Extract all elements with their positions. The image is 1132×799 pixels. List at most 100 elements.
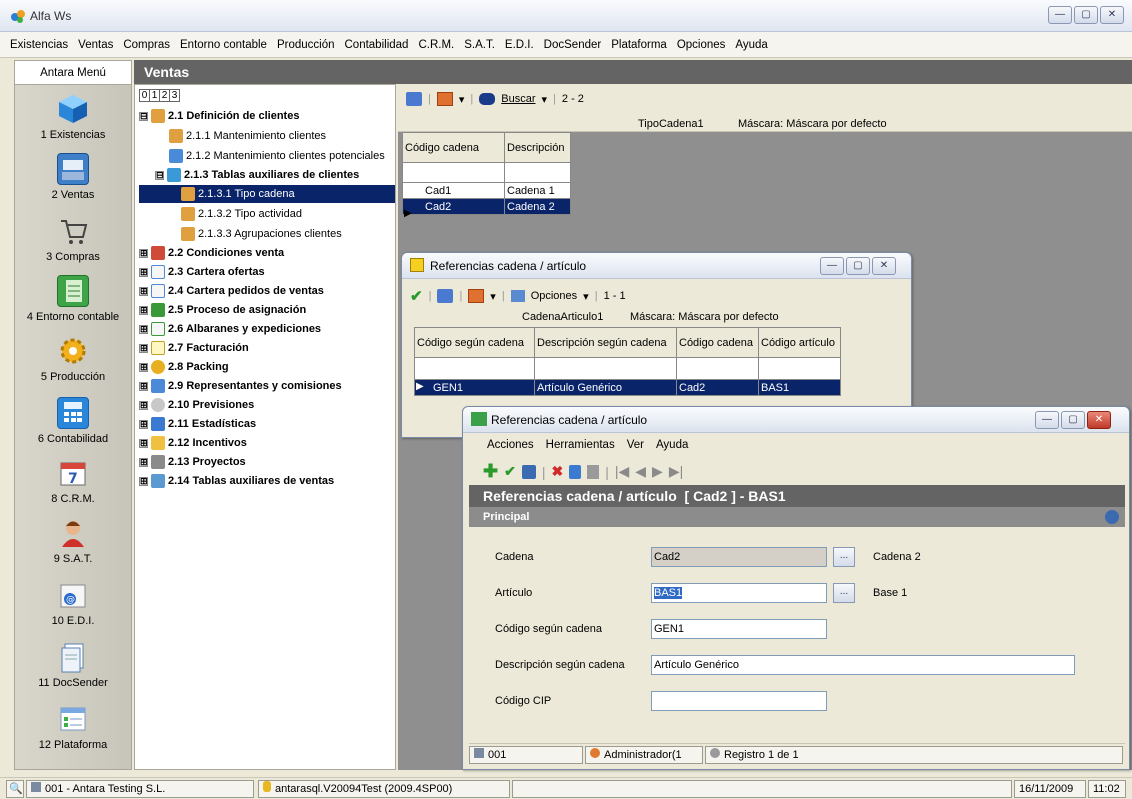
menu-herramientas[interactable]: Herramientas (546, 439, 615, 451)
print-icon[interactable] (437, 289, 454, 303)
table-cell[interactable]: BAS1 (758, 379, 841, 396)
menu-entorno-contable[interactable]: Entorno contable (180, 39, 267, 51)
articulo-field[interactable]: BAS1 (651, 583, 827, 603)
sidebar-item-entorno-contable[interactable]: 4 Entorno contable (15, 275, 131, 323)
filter-cell[interactable] (534, 357, 677, 380)
tree-node[interactable]: 2.1.3.3 Agrupaciones clientes (181, 225, 342, 243)
expand-icon[interactable]: ⊞ (139, 324, 148, 334)
tree-node[interactable]: ⊞ 2.8 Packing (139, 358, 229, 376)
menu-ver[interactable]: Ver (627, 439, 644, 451)
maximize-button[interactable]: ▢ (846, 257, 870, 275)
menu-existencias[interactable]: Existencias (10, 39, 68, 51)
column-header[interactable]: Código según cadena (414, 327, 535, 358)
column-header[interactable]: Código cadena (402, 132, 505, 163)
tree-node[interactable]: ⊟ 2.1 Definición de clientes (139, 107, 299, 125)
codigo-cip-field[interactable] (651, 691, 827, 711)
expand-icon[interactable]: ⊞ (139, 267, 148, 277)
tree-node[interactable]: ⊞ 2.11 Estadísticas (139, 415, 256, 433)
column-header[interactable]: Descripción según cadena (534, 327, 677, 358)
menu-plataforma[interactable]: Plataforma (611, 39, 667, 51)
next-record-icon[interactable]: ▶ (652, 463, 663, 480)
table-cell[interactable]: Cadena 2 (504, 198, 571, 215)
accept-icon[interactable]: ✔ (504, 463, 516, 480)
tree-node[interactable]: ⊟ 2.1.3 Tablas auxiliares de clientes (155, 166, 359, 184)
expand-icon[interactable]: ⊞ (139, 362, 148, 372)
menu-edi[interactable]: E.D.I. (505, 39, 534, 51)
tree-tab-3[interactable]: 3 (169, 89, 180, 102)
cadena-lookup-button[interactable]: ... (833, 547, 855, 567)
maximize-button[interactable]: ▢ (1074, 6, 1098, 24)
grid-columns-icon[interactable] (436, 92, 453, 106)
dropdown-arrow-icon[interactable]: ▾ (542, 93, 548, 106)
search-icon[interactable]: 🔍 (6, 780, 24, 798)
tree-node[interactable]: 2.1.3.2 Tipo actividad (181, 205, 302, 223)
expand-icon[interactable]: ⊞ (139, 400, 148, 410)
codigo-segun-cadena-field[interactable]: GEN1 (651, 619, 827, 639)
expand-icon[interactable]: ⊞ (139, 457, 148, 467)
prev-record-icon[interactable]: ◀ (635, 463, 646, 480)
tree-node[interactable]: ⊞ 2.10 Previsiones (139, 396, 254, 414)
tree-node[interactable]: 2.1.2 Mantenimiento clientes potenciales (169, 147, 385, 165)
sidebar-item-sat[interactable]: 9 S.A.T. (15, 517, 131, 565)
tree-node[interactable]: ⊞ 2.4 Cartera pedidos de ventas (139, 282, 324, 300)
expand-icon[interactable]: ⊞ (139, 343, 148, 353)
filter-cell[interactable] (504, 162, 571, 183)
filter-cell[interactable] (402, 162, 505, 183)
tree-node[interactable]: ⊞ 2.14 Tablas auxiliares de ventas (139, 472, 334, 490)
menu-ayuda[interactable]: Ayuda (656, 439, 688, 451)
menu-opciones[interactable]: Opciones (677, 39, 726, 51)
filter-cell[interactable] (676, 357, 759, 380)
dropdown-arrow-icon[interactable]: ▾ (583, 290, 589, 303)
menu-docsender[interactable]: DocSender (544, 39, 602, 51)
grid-columns-icon[interactable] (468, 289, 485, 303)
table-cell[interactable]: Cadena 1 (504, 182, 571, 199)
sidebar-item-existencias[interactable]: 1 Existencias (15, 93, 131, 141)
expand-icon[interactable]: ⊞ (139, 419, 148, 429)
dropdown-arrow-icon[interactable]: ▾ (490, 290, 496, 303)
filter-cell[interactable] (758, 357, 841, 380)
add-icon[interactable]: ✚ (483, 461, 498, 482)
save-icon[interactable] (521, 464, 536, 479)
tree-node[interactable]: 2.1.1 Mantenimiento clientes (169, 127, 326, 145)
menu-ventas[interactable]: Ventas (78, 39, 113, 51)
collapse-section-icon[interactable] (1105, 510, 1119, 524)
table-cell[interactable]: Artículo Genérico (534, 379, 677, 396)
filter-cell[interactable] (414, 357, 535, 380)
sidebar-item-crm[interactable]: 7 8 C.R.M. (15, 457, 131, 505)
menu-compras[interactable]: Compras (123, 39, 170, 51)
expand-icon[interactable]: ⊞ (139, 305, 148, 315)
maximize-button[interactable]: ▢ (1061, 411, 1085, 429)
tree-node[interactable]: ⊞ 2.5 Proceso de asignación (139, 301, 306, 319)
menu-contabilidad[interactable]: Contabilidad (345, 39, 409, 51)
tree-node[interactable]: ⊞ 2.13 Proyectos (139, 453, 246, 471)
column-header[interactable]: Código cadena (676, 327, 759, 358)
menu-produccion[interactable]: Producción (277, 39, 335, 51)
sidebar-item-edi[interactable]: @ 10 E.D.I. (15, 579, 131, 627)
column-header[interactable]: Código artículo (758, 327, 841, 358)
table-row[interactable]: Cad1 Cadena 1 (402, 182, 571, 199)
articulo-lookup-button[interactable]: ... (833, 583, 855, 603)
menu-ayuda[interactable]: Ayuda (735, 39, 767, 51)
expand-icon[interactable]: ⊞ (139, 286, 148, 296)
tree-node[interactable]: ⊞ 2.3 Cartera ofertas (139, 263, 265, 281)
tree-node[interactable]: ⊞ 2.2 Condiciones venta (139, 244, 284, 262)
table-row[interactable]: Cad2 Cadena 2 (402, 198, 571, 215)
collapse-icon[interactable]: ⊟ (155, 170, 164, 180)
close-button[interactable]: ✕ (872, 257, 896, 275)
expand-icon[interactable]: ⊞ (139, 248, 148, 258)
dropdown-arrow-icon[interactable]: ▾ (459, 93, 465, 106)
options-button[interactable]: Opciones (531, 290, 577, 302)
last-record-icon[interactable]: ▶| (669, 463, 683, 480)
tree-node[interactable]: ⊞ 2.7 Facturación (139, 339, 249, 357)
copy-icon[interactable] (587, 464, 600, 479)
print-icon[interactable] (406, 92, 422, 106)
tree-node[interactable]: ⊞ 2.12 Incentivos (139, 434, 247, 452)
menu-sat[interactable]: S.A.T. (464, 39, 495, 51)
tree-node-selected[interactable]: 2.1.3.1 Tipo cadena (139, 185, 395, 203)
expand-icon[interactable]: ⊞ (139, 438, 148, 448)
collapse-icon[interactable]: ⊟ (139, 111, 148, 121)
table-cell[interactable]: Cad1 (402, 182, 505, 199)
minimize-button[interactable]: — (1035, 411, 1059, 429)
sidebar-item-produccion[interactable]: 5 Producción (15, 335, 131, 383)
sidebar-item-contabilidad[interactable]: 6 Contabilidad (15, 397, 131, 445)
